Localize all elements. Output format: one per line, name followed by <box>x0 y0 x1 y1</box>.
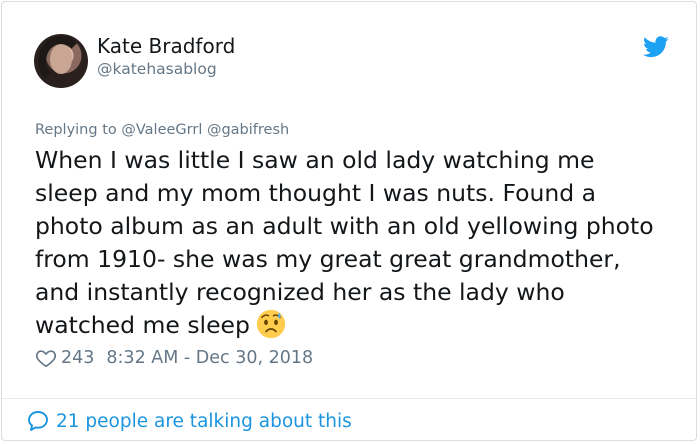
heart-icon[interactable] <box>35 347 57 369</box>
author-name[interactable]: Kate Bradford <box>97 34 235 58</box>
talking-about-label[interactable]: 21 people are talking about this <box>56 411 352 432</box>
author-handle[interactable]: @katehasablog <box>97 60 217 78</box>
replying-to: Replying to @ValeeGrrl @gabifresh <box>35 122 289 138</box>
reply-mentions[interactable]: @ValeeGrrl @gabifresh <box>121 122 289 138</box>
tweet-text: When I was little I saw an old lady watc… <box>35 146 654 339</box>
anxious-face-emoji-icon <box>256 309 286 339</box>
talking-about-link[interactable]: 21 people are talking about this <box>26 407 352 435</box>
twitter-bird-icon[interactable] <box>643 36 669 58</box>
tweet-timestamp[interactable]: 8:32 AM - Dec 30, 2018 <box>106 348 313 368</box>
like-count[interactable]: 243 <box>61 348 94 368</box>
avatar[interactable] <box>34 34 88 88</box>
tweet-card[interactable]: Kate Bradford @katehasablog Replying to … <box>1 1 697 441</box>
tweet-text-block: When I was little I saw an old lady watc… <box>35 144 680 342</box>
avatar-hair <box>38 36 84 86</box>
speech-bubble-icon <box>28 411 48 431</box>
tweet-meta: 243 8:32 AM - Dec 30, 2018 <box>35 345 313 371</box>
footer-divider <box>2 398 696 399</box>
replying-to-label: Replying to <box>35 122 122 138</box>
